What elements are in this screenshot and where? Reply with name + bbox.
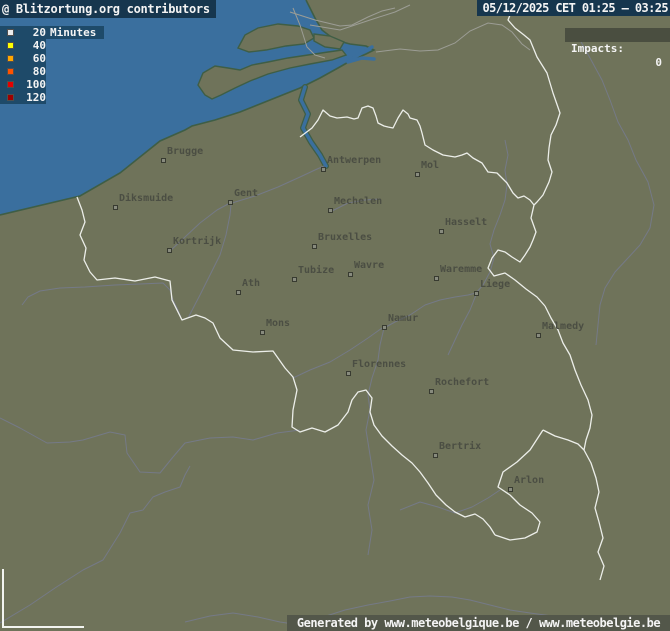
footer-credit: Generated by www.meteobelgique.be / www.… bbox=[287, 615, 670, 631]
city-marker-brugge bbox=[161, 158, 166, 163]
city-marker-rochefort bbox=[429, 389, 434, 394]
city-label-ath: Ath bbox=[242, 278, 260, 289]
city-marker-gent bbox=[228, 200, 233, 205]
city-label-wavre: Wavre bbox=[354, 260, 384, 271]
city-marker-ath bbox=[236, 290, 241, 295]
city-label-antwerpen: Antwerpen bbox=[327, 155, 381, 166]
city-marker-namur bbox=[382, 325, 387, 330]
impacts-value: 0 bbox=[655, 56, 662, 70]
city-marker-antwerpen bbox=[321, 167, 326, 172]
legend-swatch bbox=[7, 29, 14, 36]
city-label-waremme: Waremme bbox=[440, 264, 482, 275]
city-label-arlon: Arlon bbox=[514, 475, 544, 486]
city-label-diksmuide: Diksmuide bbox=[119, 193, 173, 204]
city-marker-florennes bbox=[346, 371, 351, 376]
legend-minutes-value: 20 bbox=[18, 26, 46, 39]
city-marker-bertrix bbox=[433, 453, 438, 458]
legend-unit-label: Minutes bbox=[50, 26, 96, 39]
legend-swatch bbox=[7, 94, 14, 101]
scale-bracket-horizontal bbox=[2, 626, 84, 628]
city-label-bruxelles: Bruxelles bbox=[318, 232, 372, 243]
impacts-box: Impacts: 0 bbox=[565, 28, 670, 42]
city-marker-mol bbox=[415, 172, 420, 177]
city-label-mol: Mol bbox=[421, 160, 439, 171]
city-marker-liege bbox=[474, 291, 479, 296]
city-label-gent: Gent bbox=[234, 188, 258, 199]
city-marker-bruxelles bbox=[312, 244, 317, 249]
legend-swatch bbox=[7, 81, 14, 88]
city-marker-waremme bbox=[434, 276, 439, 281]
scale-bracket-vertical bbox=[2, 569, 4, 628]
legend-row-40: 40 bbox=[0, 39, 46, 52]
city-label-mechelen: Mechelen bbox=[334, 196, 382, 207]
legend: 20 Minutes 406080100120 bbox=[0, 26, 104, 104]
city-label-mons: Mons bbox=[266, 318, 290, 329]
city-marker-diksmuide bbox=[113, 205, 118, 210]
legend-row-100: 100 bbox=[0, 78, 46, 91]
city-marker-mons bbox=[260, 330, 265, 335]
legend-row-20: 20 Minutes bbox=[0, 26, 104, 39]
city-label-hasselt: Hasselt bbox=[445, 217, 487, 228]
attribution-box: @ Blitzortung.org contributors bbox=[0, 0, 216, 18]
legend-swatch bbox=[7, 68, 14, 75]
city-label-malmedy: Malmedy bbox=[542, 321, 584, 332]
city-label-liege: Liege bbox=[480, 279, 510, 290]
legend-row-60: 60 bbox=[0, 52, 46, 65]
city-label-brugge: Brugge bbox=[167, 146, 203, 157]
city-marker-malmedy bbox=[536, 333, 541, 338]
city-marker-mechelen bbox=[328, 208, 333, 213]
city-label-florennes: Florennes bbox=[352, 359, 406, 370]
city-label-rochefort: Rochefort bbox=[435, 377, 489, 388]
city-marker-hasselt bbox=[439, 229, 444, 234]
legend-minutes-value: 80 bbox=[18, 65, 46, 78]
city-label-kortrijk: Kortrijk bbox=[173, 236, 221, 247]
city-marker-tubize bbox=[292, 277, 297, 282]
city-label-tubize: Tubize bbox=[298, 265, 334, 276]
lightning-map-app: Brugge Antwerpen Mol Diksmuide Gent Mechelen H… bbox=[0, 0, 670, 631]
legend-row-80: 80 bbox=[0, 65, 46, 78]
city-marker-arlon bbox=[508, 487, 513, 492]
legend-swatch bbox=[7, 55, 14, 62]
legend-minutes-value: 100 bbox=[18, 78, 46, 91]
legend-minutes-value: 120 bbox=[18, 91, 46, 104]
datetime-box: 05/12/2025 CET 01:25 – 03:25 bbox=[477, 0, 670, 16]
city-marker-kortrijk bbox=[167, 248, 172, 253]
legend-minutes-value: 60 bbox=[18, 52, 46, 65]
city-marker-wavre bbox=[348, 272, 353, 277]
impacts-label: Impacts: bbox=[571, 42, 624, 56]
city-label-namur: Namur bbox=[388, 313, 418, 324]
city-label-bertrix: Bertrix bbox=[439, 441, 481, 452]
legend-minutes-value: 40 bbox=[18, 39, 46, 52]
legend-swatch bbox=[7, 42, 14, 49]
legend-row-120: 120 bbox=[0, 91, 46, 104]
